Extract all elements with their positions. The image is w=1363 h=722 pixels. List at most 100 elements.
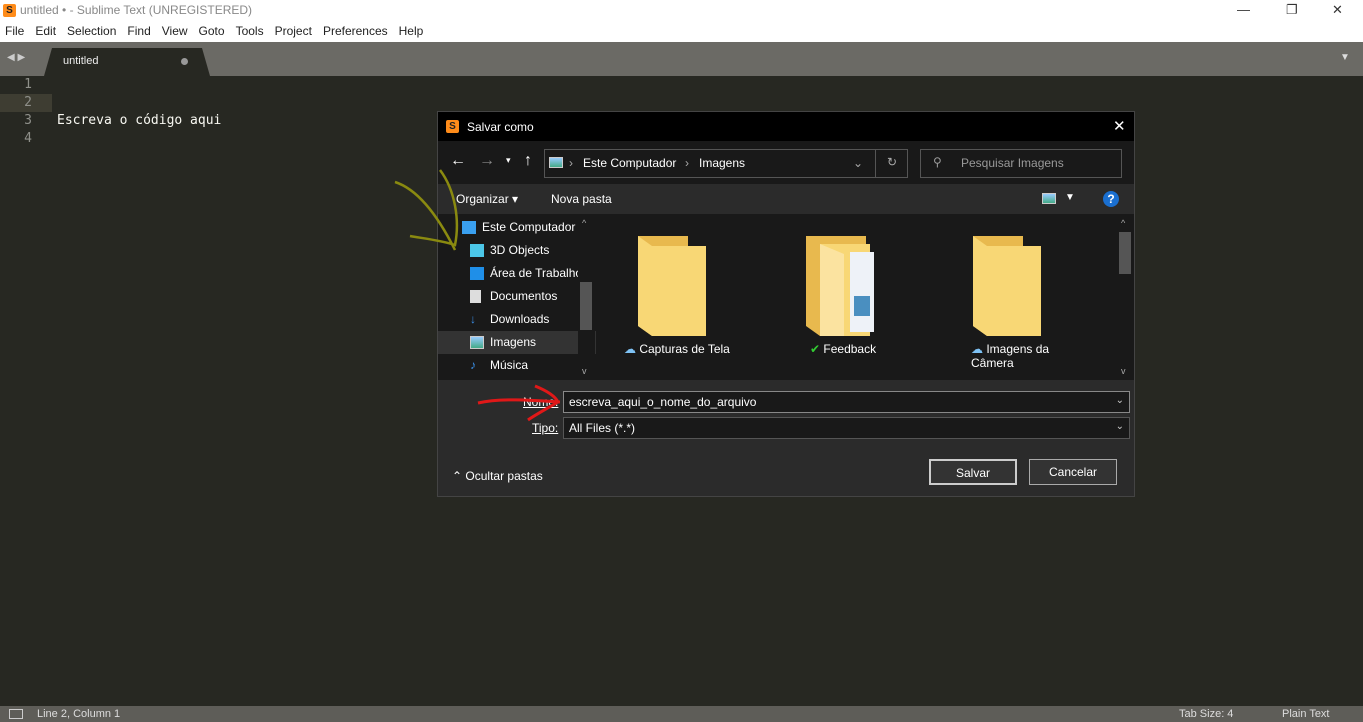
line-number: 2 <box>24 95 32 110</box>
unsaved-dot-icon[interactable] <box>181 58 188 65</box>
panel-toggle-icon[interactable] <box>9 709 23 719</box>
folder-icon <box>973 236 1041 336</box>
menu-edit[interactable]: Edit <box>30 21 62 42</box>
up-button[interactable]: ↑ <box>524 152 532 170</box>
nav-label: 3D Objects <box>490 243 550 257</box>
address-bar[interactable]: › Este Computador › Imagens ⌄ ↻ <box>544 149 908 178</box>
code-line[interactable]: Escreva o código aqui <box>57 112 221 130</box>
save-as-dialog: S Salvar como ✕ ← → ▾ ↑ › Este Computado… <box>437 111 1135 497</box>
folder-name: Imagens da Câmera <box>971 342 1050 370</box>
forward-button[interactable]: → <box>479 152 495 170</box>
chevron-down-icon[interactable]: ⌄ <box>1116 395 1124 406</box>
tab-label: untitled <box>63 55 99 67</box>
menu-find[interactable]: Find <box>122 21 156 42</box>
menu-selection[interactable]: Selection <box>62 21 122 42</box>
tab-nav-arrows-icon[interactable]: ◀ ▶ <box>7 52 25 63</box>
organize-label: Organizar <box>456 192 509 206</box>
address-dropdown-icon[interactable]: ⌄ <box>853 156 863 170</box>
nav-imagens[interactable]: Imagens <box>438 331 596 354</box>
files-scrollbar[interactable]: ^ v <box>1116 214 1134 380</box>
nav-3d-objects[interactable]: 3D Objects <box>438 239 596 262</box>
nav-scrollbar[interactable]: ^ v <box>578 214 595 380</box>
name-label: Nome: <box>523 395 559 409</box>
window-title: untitled • - Sublime Text (UNREGISTERED) <box>20 3 253 17</box>
dialog-close-button[interactable]: ✕ <box>1113 117 1126 135</box>
nav-este-computador[interactable]: Este Computador <box>438 216 596 239</box>
search-icon: ⚲ <box>933 155 942 169</box>
minimize-button[interactable]: — <box>1237 2 1250 17</box>
breadcrumb-imagens[interactable]: Imagens <box>699 156 745 170</box>
nav-label: Imagens <box>490 335 537 349</box>
nav-label: Este Computador <box>482 220 576 234</box>
nav-downloads[interactable]: ↓ Downloads <box>438 308 596 331</box>
line-number: 4 <box>24 131 32 146</box>
type-label: Tipo: <box>532 421 559 435</box>
pictures-icon <box>470 336 484 349</box>
dialog-toolbar: Organizar ▾ Nova pasta ▼ ? <box>438 184 1134 214</box>
refresh-icon[interactable]: ↻ <box>887 155 897 169</box>
nav-label: Documentos <box>490 289 558 303</box>
menu-view[interactable]: View <box>157 21 194 42</box>
menu-help[interactable]: Help <box>394 21 430 42</box>
file-name-input[interactable]: escreva_aqui_o_nome_do_arquivo ⌄ <box>563 391 1130 413</box>
cube-icon <box>470 244 484 257</box>
folder-icon <box>638 236 706 336</box>
file-name-value: escreva_aqui_o_nome_do_arquivo <box>569 395 757 409</box>
menu-goto[interactable]: Goto <box>194 21 231 42</box>
status-bar: Line 2, Column 1 Tab Size: 4 Plain Text <box>0 706 1363 722</box>
maximize-button[interactable]: ❐ <box>1286 2 1298 18</box>
menu-tools[interactable]: Tools <box>231 21 270 42</box>
computer-icon <box>462 221 476 234</box>
cloud-icon: ☁ <box>624 342 636 356</box>
tab-size[interactable]: Tab Size: 4 <box>1179 708 1233 720</box>
help-icon[interactable]: ? <box>1103 191 1119 207</box>
recent-dropdown-icon[interactable]: ▾ <box>506 155 511 166</box>
nav-label: Área de Trabalho <box>490 266 583 280</box>
search-input[interactable]: ⚲ Pesquisar Imagens <box>920 149 1122 178</box>
syntax-selector[interactable]: Plain Text <box>1282 708 1330 720</box>
nav-musica[interactable]: ♪ Música <box>438 354 596 377</box>
view-options-icon[interactable] <box>1042 193 1056 204</box>
organize-button[interactable]: Organizar ▾ <box>456 192 518 206</box>
view-dropdown-icon[interactable]: ▼ <box>1065 192 1075 203</box>
pictures-icon <box>549 157 563 168</box>
breadcrumb-este-computador[interactable]: Este Computador <box>583 156 676 170</box>
tab-untitled[interactable]: untitled <box>44 48 210 76</box>
close-button[interactable]: ✕ <box>1332 2 1343 18</box>
navigation-bar: ← → ▾ ↑ › Este Computador › Imagens ⌄ ↻ … <box>438 141 1134 184</box>
nav-area-de-trabalho[interactable]: Área de Trabalho <box>438 262 596 285</box>
folder-label[interactable]: ☁ Imagens da Câmera <box>971 342 1061 370</box>
file-list: ☁ Capturas de Tela ✔ Feedback ☁ Imagens … <box>596 214 1116 380</box>
folder-icon <box>806 236 874 336</box>
sublime-logo-icon: S <box>446 120 459 133</box>
file-type-select[interactable]: All Files (*.*) ⌄ <box>563 417 1130 439</box>
line-numbers: 1 2 3 4 <box>0 76 52 148</box>
back-button[interactable]: ← <box>450 152 466 170</box>
folder-name: Feedback <box>823 342 877 356</box>
sublime-logo-icon: S <box>3 4 16 17</box>
menu-bar: File Edit Selection Find View Goto Tools… <box>0 21 1363 42</box>
synced-check-icon: ✔ <box>810 342 821 356</box>
new-folder-button[interactable]: Nova pasta <box>551 192 612 206</box>
folder-label[interactable]: ☁ Capturas de Tela <box>624 342 744 356</box>
tab-dropdown-icon[interactable]: ▼ <box>1340 52 1350 63</box>
line-number: 1 <box>24 77 32 92</box>
navigation-pane: Este Computador 3D Objects Área de Traba… <box>438 214 596 380</box>
title-bar: S untitled • - Sublime Text (UNREGISTERE… <box>0 0 1363 21</box>
menu-file[interactable]: File <box>0 21 30 42</box>
folder-feedback[interactable] <box>806 236 884 339</box>
cancel-button[interactable]: Cancelar <box>1029 459 1117 485</box>
chevron-down-icon[interactable]: ⌄ <box>1116 421 1124 432</box>
document-icon <box>470 290 481 303</box>
nav-documentos[interactable]: Documentos <box>438 285 596 308</box>
music-icon: ♪ <box>470 358 476 372</box>
menu-project[interactable]: Project <box>270 21 318 42</box>
file-type-value: All Files (*.*) <box>569 421 636 435</box>
save-button[interactable]: Salvar <box>929 459 1017 485</box>
nav-label: Música <box>490 358 529 372</box>
folder-label[interactable]: ✔ Feedback <box>810 342 930 356</box>
folder-imagens-da-camera[interactable] <box>973 236 1041 339</box>
folder-capturas-de-tela[interactable] <box>638 236 706 339</box>
menu-preferences[interactable]: Preferences <box>318 21 394 42</box>
hide-folders-button[interactable]: ⌃ Ocultar pastas <box>452 469 543 483</box>
